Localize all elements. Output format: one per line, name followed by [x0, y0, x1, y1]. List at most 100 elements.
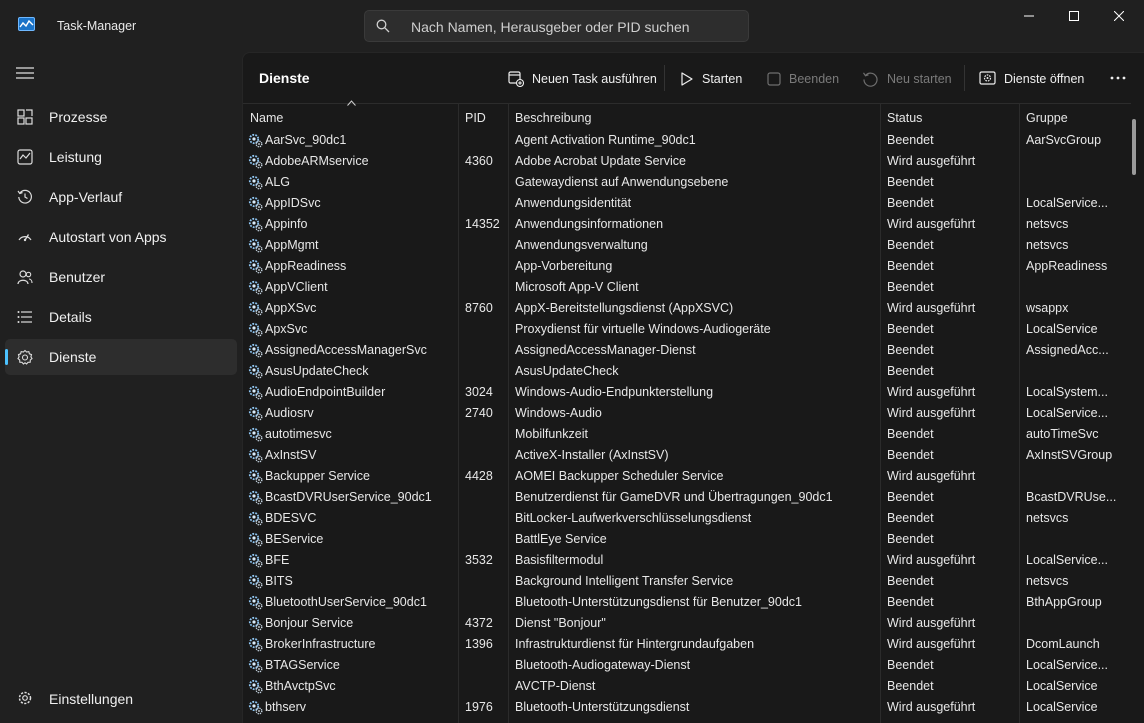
table-row[interactable]: BITS Background Intelligent Transfer Serv…	[243, 571, 1131, 592]
column-header-pid[interactable]: PID	[465, 111, 486, 125]
minimize-icon	[1024, 15, 1034, 17]
service-status: Beendet	[887, 196, 934, 210]
vertical-scrollbar[interactable]	[1132, 119, 1136, 175]
minimize-button[interactable]	[1006, 0, 1052, 32]
sidebar-item-app-verlauf[interactable]: App-Verlauf	[5, 179, 237, 215]
service-gear-icon	[248, 175, 263, 190]
column-header-group[interactable]: Gruppe	[1026, 111, 1068, 125]
service-status: Beendet	[887, 595, 934, 609]
service-name: BTAGService	[265, 658, 340, 672]
table-row[interactable]: ALG Gatewaydienst auf Anwendungsebene Been…	[243, 172, 1131, 193]
app-title: Task-Manager	[57, 19, 137, 33]
table-row[interactable]: Appinfo 14352 Anwendungsinformationen Wird …	[243, 214, 1131, 235]
service-status: Beendet	[887, 532, 934, 546]
service-name: Appinfo	[265, 217, 308, 231]
service-status: Beendet	[887, 490, 934, 504]
service-gear-icon	[248, 700, 263, 715]
start-button[interactable]: Starten	[680, 66, 742, 92]
table-row[interactable]: autotimesvc Mobilfunkzeit Beendet autoTimeS…	[243, 424, 1131, 445]
service-name: BluetoothUserService_90dc1	[265, 595, 427, 609]
table-row[interactable]: AppVClient Microsoft App-V Client Beendet	[243, 277, 1131, 298]
service-status: Wird ausgeführt	[887, 700, 976, 714]
service-pid: 4428	[465, 469, 493, 483]
start-label: Starten	[702, 72, 743, 86]
service-name: AppVClient	[265, 280, 328, 294]
hamburger-menu-icon[interactable]	[16, 66, 34, 80]
sort-ascending-icon	[347, 100, 356, 106]
service-name: AppMgmt	[265, 238, 319, 252]
sidebar-item-autostart[interactable]: Autostart von Apps	[5, 219, 237, 255]
service-pid: 4372	[465, 616, 493, 630]
table-row[interactable]: BluetoothUserService_90dc1 Bluetooth-Unte…	[243, 592, 1131, 613]
service-status: Wird ausgeführt	[887, 154, 976, 168]
table-row[interactable]: Audiosrv 2740 Windows-Audio Wird ausgeführt…	[243, 403, 1131, 424]
table-row[interactable]: AudioEndpointBuilder 3024 Windows-Audio-En…	[243, 382, 1131, 403]
details-icon	[17, 311, 32, 323]
service-pid: 3024	[465, 385, 493, 399]
table-row[interactable]: BthAvctpSvc AVCTP-Dienst Beendet LocalServi…	[243, 676, 1131, 697]
processes-icon	[17, 109, 33, 125]
service-status: Beendet	[887, 343, 934, 357]
service-description: AOMEI Backupper Scheduler Service	[515, 469, 724, 483]
service-group: wsappx	[1026, 301, 1069, 315]
maximize-button[interactable]	[1051, 0, 1097, 32]
table-row[interactable]: bthserv 1976 Bluetooth-Unterstützungsdiens…	[243, 697, 1131, 718]
service-gear-icon	[248, 616, 263, 631]
table-row[interactable]: BDESVC BitLocker-Laufwerkverschlüsselungs…	[243, 508, 1131, 529]
service-group: LocalService	[1026, 700, 1098, 714]
table-row[interactable]: BEService BattlEye Service Beendet	[243, 529, 1131, 550]
startup-icon	[18, 234, 32, 242]
service-status: Wird ausgeführt	[887, 616, 976, 630]
service-gear-icon	[248, 553, 263, 568]
table-row[interactable]: Backupper Service 4428 AOMEI Backupper Sch…	[243, 466, 1131, 487]
table-row[interactable]: AppIDSvc Anwendungsidentität Beendet LocalS…	[243, 193, 1131, 214]
service-name: AudioEndpointBuilder	[265, 385, 386, 399]
table-row[interactable]: ApxSvc Proxydienst für virtuelle Windows-…	[243, 319, 1131, 340]
service-group: DcomLaunch	[1026, 637, 1100, 651]
table-row[interactable]: AppXSvc 8760 AppX-Bereitstellungsdienst (A…	[243, 298, 1131, 319]
more-options-icon[interactable]	[1108, 68, 1128, 88]
close-button[interactable]	[1096, 0, 1142, 32]
sidebar-item-dienste[interactable]: Dienste	[5, 339, 237, 375]
service-group: autoTimeSvc	[1026, 427, 1099, 441]
toolbar-separator	[664, 65, 665, 91]
service-name: autotimesvc	[265, 427, 332, 441]
run-new-task-button[interactable]: Neuen Task ausführen	[508, 66, 657, 92]
table-row[interactable]: Bonjour Service 4372 Dienst "Bonjour" Wird …	[243, 613, 1131, 634]
table-row[interactable]: BcastDVRUserService_90dc1 Benutzerdienst …	[243, 487, 1131, 508]
table-row[interactable]: AppMgmt Anwendungsverwaltung Beendet netsvc…	[243, 235, 1131, 256]
toolbar-separator	[964, 65, 965, 91]
services-panel: Dienste Neuen Task ausführen Starten Bee…	[242, 52, 1144, 723]
table-row[interactable]: BFE 3532 Basisfiltermodul Wird ausgeführt Lo…	[243, 550, 1131, 571]
stop-button[interactable]: Beenden	[767, 66, 839, 92]
column-header-name[interactable]: Name	[250, 111, 283, 125]
open-services-button[interactable]: Dienste öffnen	[979, 66, 1084, 92]
service-status: Beendet	[887, 427, 934, 441]
run-new-task-label: Neuen Task ausführen	[532, 72, 657, 86]
sidebar-item-leistung[interactable]: Leistung	[5, 139, 237, 175]
table-row[interactable]: AdobeARMservice 4360 Adobe Acrobat Update …	[243, 151, 1131, 172]
table-row[interactable]: AxInstSV ActiveX-Installer (AxInstSV) Been…	[243, 445, 1131, 466]
sidebar-item-benutzer[interactable]: Benutzer	[5, 259, 237, 295]
search-icon	[376, 19, 390, 33]
service-status: Beendet	[887, 658, 934, 672]
service-description: Benutzerdienst für GameDVR und Übertragu…	[515, 490, 833, 504]
table-row[interactable]: AarSvc_90dc1 Agent Activation Runtime_90d…	[243, 130, 1131, 151]
table-row[interactable]: AsusUpdateCheck AsusUpdateCheck Beendet	[243, 361, 1131, 382]
column-header-description[interactable]: Beschreibung	[515, 111, 591, 125]
restart-button[interactable]: Neu starten	[862, 66, 952, 92]
column-header-status[interactable]: Status	[887, 111, 922, 125]
service-description: Windows-Audio-Endpunkterstellung	[515, 385, 714, 399]
service-group: AssignedAcc...	[1026, 343, 1109, 357]
sidebar-item-label: Autostart von Apps	[49, 229, 167, 245]
sidebar-item-prozesse[interactable]: Prozesse	[5, 99, 237, 135]
service-description: App-Vorbereitung	[515, 259, 613, 273]
search-box[interactable]: Nach Namen, Herausgeber oder PID suchen	[364, 10, 749, 42]
table-row[interactable]: BTAGService Bluetooth-Audiogateway-Dienst…	[243, 655, 1131, 676]
table-row[interactable]: AssignedAccessManagerSvc AssignedAccessMa…	[243, 340, 1131, 361]
table-row[interactable]: BrokerInfrastructure 1396 Infrastrukturdie…	[243, 634, 1131, 655]
sidebar-item-details[interactable]: Details	[5, 299, 237, 335]
table-row[interactable]: AppReadiness App-Vorbereitung Beendet AppRe…	[243, 256, 1131, 277]
sidebar-item-einstellungen[interactable]: Einstellungen	[5, 681, 237, 717]
service-description: Bluetooth-Unterstützungsdienst	[515, 700, 690, 714]
